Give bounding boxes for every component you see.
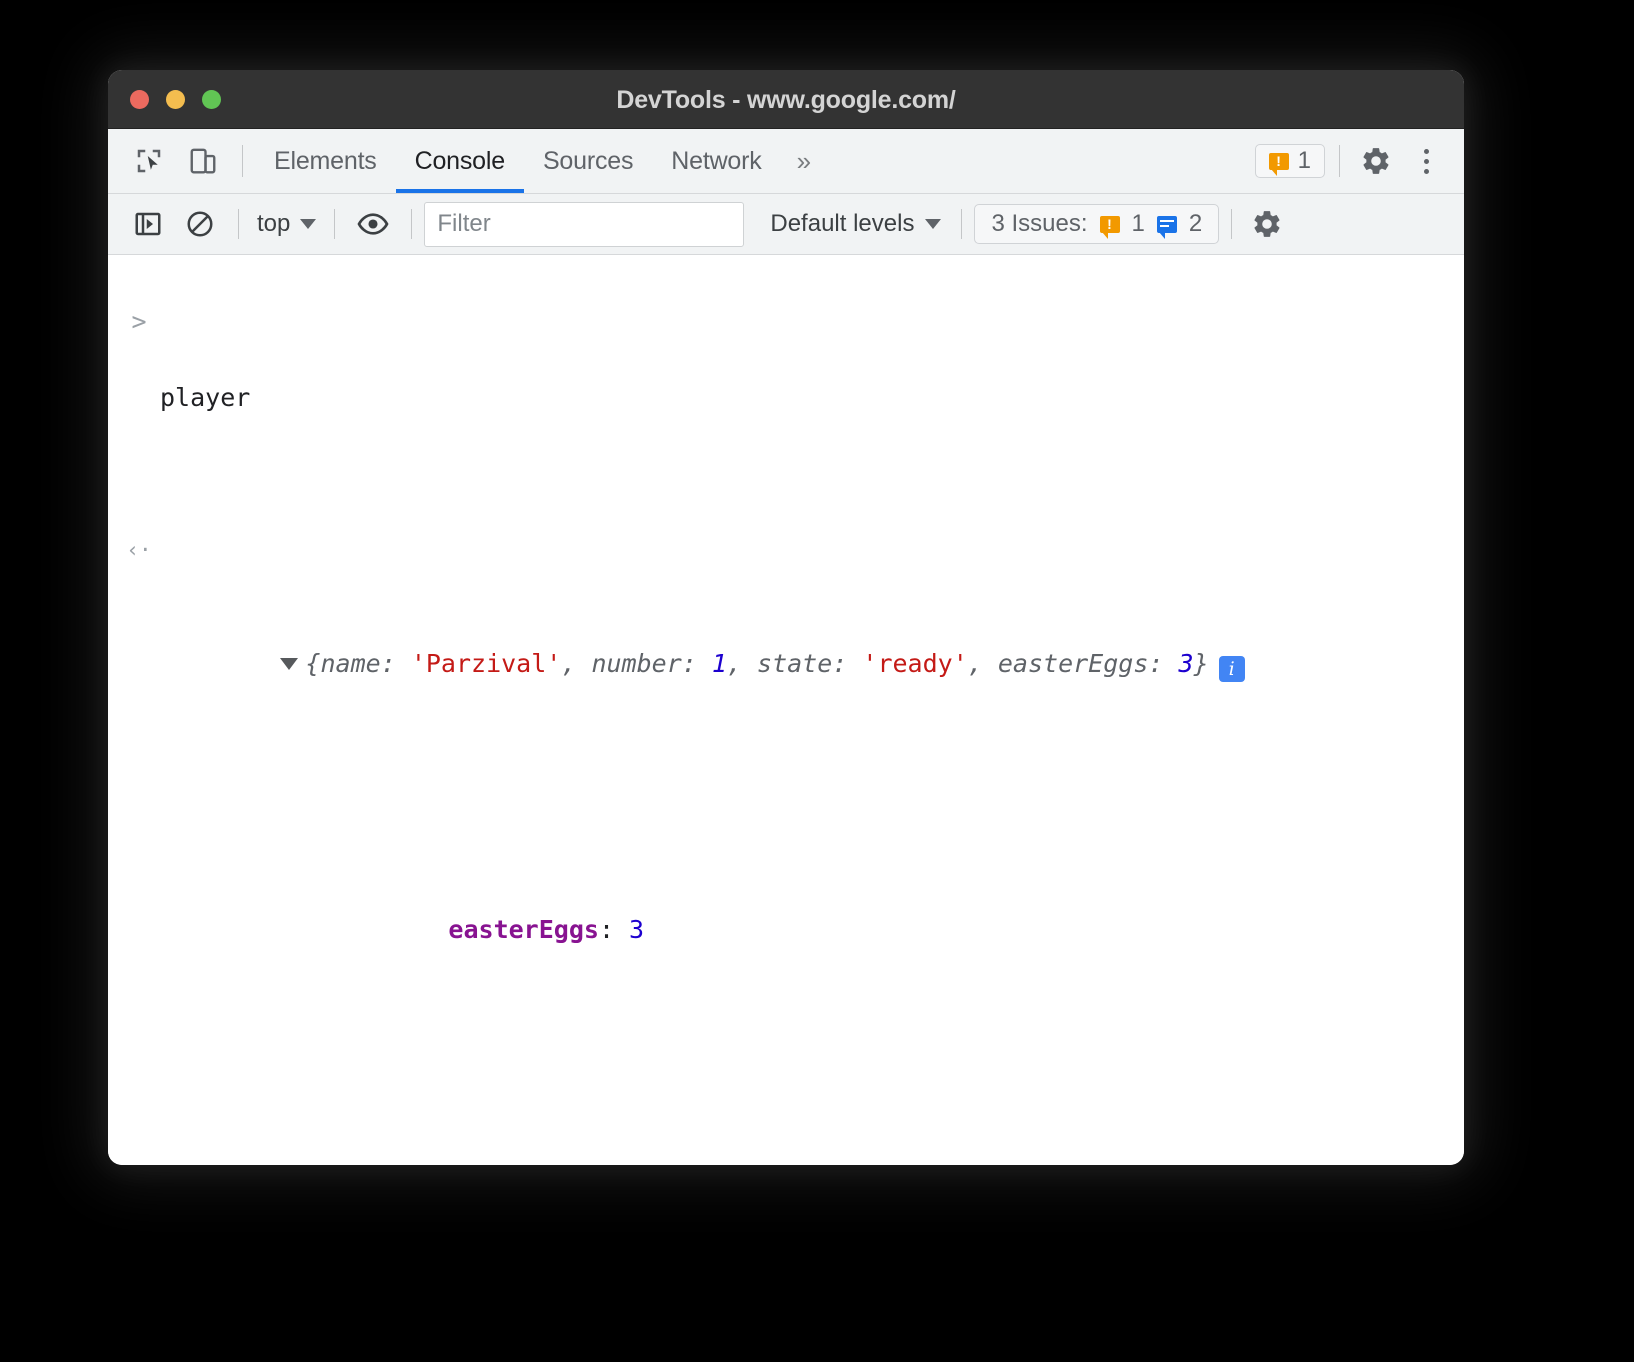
preview-value-state: 'ready' bbox=[862, 649, 967, 678]
console-toolbar-divider-1 bbox=[238, 209, 239, 239]
preview-value-number: 1 bbox=[712, 649, 727, 678]
property-row[interactable]: easterEggs: 3 bbox=[108, 797, 1464, 1063]
tab-network[interactable]: Network bbox=[652, 129, 780, 193]
console-toolbar-divider-2 bbox=[334, 209, 335, 239]
clear-console-icon[interactable] bbox=[174, 201, 226, 247]
preview-sep: : bbox=[682, 649, 712, 678]
info-badge-icon[interactable]: i bbox=[1219, 656, 1245, 682]
issues-badge[interactable]: 3 Issues: ! 1 2 bbox=[974, 204, 1219, 244]
warning-bubble-icon: ! bbox=[1100, 216, 1120, 233]
console-result-row: ‹· {name: 'Parzival', number: 1, state: … bbox=[108, 493, 1464, 797]
tab-console[interactable]: Console bbox=[396, 129, 524, 193]
tab-sources[interactable]: Sources bbox=[524, 129, 652, 193]
issues-info-count: 2 bbox=[1189, 210, 1202, 238]
gear-icon[interactable] bbox=[1348, 129, 1404, 193]
devtools-tab-bar: Elements Console Sources Network » ! 1 bbox=[108, 129, 1464, 194]
more-tabs-button[interactable]: » bbox=[781, 129, 827, 193]
issues-label: 3 Issues: bbox=[991, 210, 1087, 238]
preview-key-name: name bbox=[320, 649, 380, 678]
warning-bubble-icon: ! bbox=[1269, 153, 1289, 170]
tab-elements[interactable]: Elements bbox=[255, 129, 396, 193]
console-input-row: > player bbox=[108, 255, 1464, 493]
preview-key-number: number bbox=[591, 649, 681, 678]
live-expression-icon[interactable] bbox=[347, 201, 399, 247]
log-levels-selector[interactable]: Default levels bbox=[762, 210, 949, 238]
execution-context-selector[interactable]: top bbox=[251, 210, 322, 238]
console-output[interactable]: > player ‹· {name: 'Parzival', number: 1… bbox=[108, 255, 1464, 1165]
log-levels-label: Default levels bbox=[770, 210, 914, 238]
toolbar-divider bbox=[242, 145, 243, 177]
console-toolbar-divider-4 bbox=[961, 209, 962, 239]
console-toolbar: top Default levels 3 Issues: ! 1 2 bbox=[108, 194, 1464, 255]
console-toolbar-divider-5 bbox=[1231, 209, 1232, 239]
chevron-down-icon bbox=[925, 219, 941, 229]
device-toolbar-icon[interactable] bbox=[176, 129, 230, 193]
warning-count-label: 1 bbox=[1298, 147, 1311, 175]
window-title: DevTools - www.google.com/ bbox=[108, 86, 1464, 115]
console-input-text: player bbox=[108, 379, 1464, 417]
preview-close-brace: } bbox=[1194, 649, 1209, 678]
result-prompt-icon: ‹· bbox=[122, 531, 156, 569]
expand-toggle-open-icon[interactable] bbox=[280, 658, 298, 670]
window-title-bar: DevTools - www.google.com/ bbox=[108, 70, 1464, 129]
preview-value-eastereggs: 3 bbox=[1179, 649, 1194, 678]
warning-count-badge[interactable]: ! 1 bbox=[1255, 144, 1325, 178]
preview-value-name: 'Parzival' bbox=[411, 649, 562, 678]
console-sidebar-icon[interactable] bbox=[122, 201, 174, 247]
tabbar-divider-right bbox=[1339, 145, 1340, 177]
devtools-window: DevTools - www.google.com/ Elements Cons… bbox=[108, 70, 1464, 1165]
preview-sep: : bbox=[381, 649, 411, 678]
info-bubble-icon bbox=[1157, 216, 1177, 233]
preview-key-state: state bbox=[757, 649, 832, 678]
console-settings-gear-icon[interactable] bbox=[1244, 208, 1290, 240]
property-key: easterEggs bbox=[448, 915, 599, 944]
property-row[interactable]: name: "Parzival" bbox=[108, 1063, 1464, 1165]
execution-context-label: top bbox=[257, 210, 290, 238]
object-preview[interactable]: {name: 'Parzival', number: 1, state: 're… bbox=[108, 607, 1464, 721]
console-toolbar-divider-3 bbox=[411, 209, 412, 239]
preview-key-eastereggs: easterEggs bbox=[998, 649, 1149, 678]
tabbar-spacer bbox=[827, 129, 1255, 193]
preview-open-brace: { bbox=[305, 649, 320, 678]
property-value: 3 bbox=[629, 915, 644, 944]
inspect-cursor-icon[interactable] bbox=[122, 129, 176, 193]
preview-sep: : bbox=[832, 649, 862, 678]
chevron-down-icon bbox=[300, 219, 316, 229]
preview-sep: : bbox=[1148, 649, 1178, 678]
input-prompt-icon: > bbox=[122, 303, 156, 341]
filter-input[interactable] bbox=[424, 202, 744, 247]
kebab-menu-icon[interactable] bbox=[1404, 129, 1448, 193]
issues-warning-count: 1 bbox=[1132, 210, 1145, 238]
